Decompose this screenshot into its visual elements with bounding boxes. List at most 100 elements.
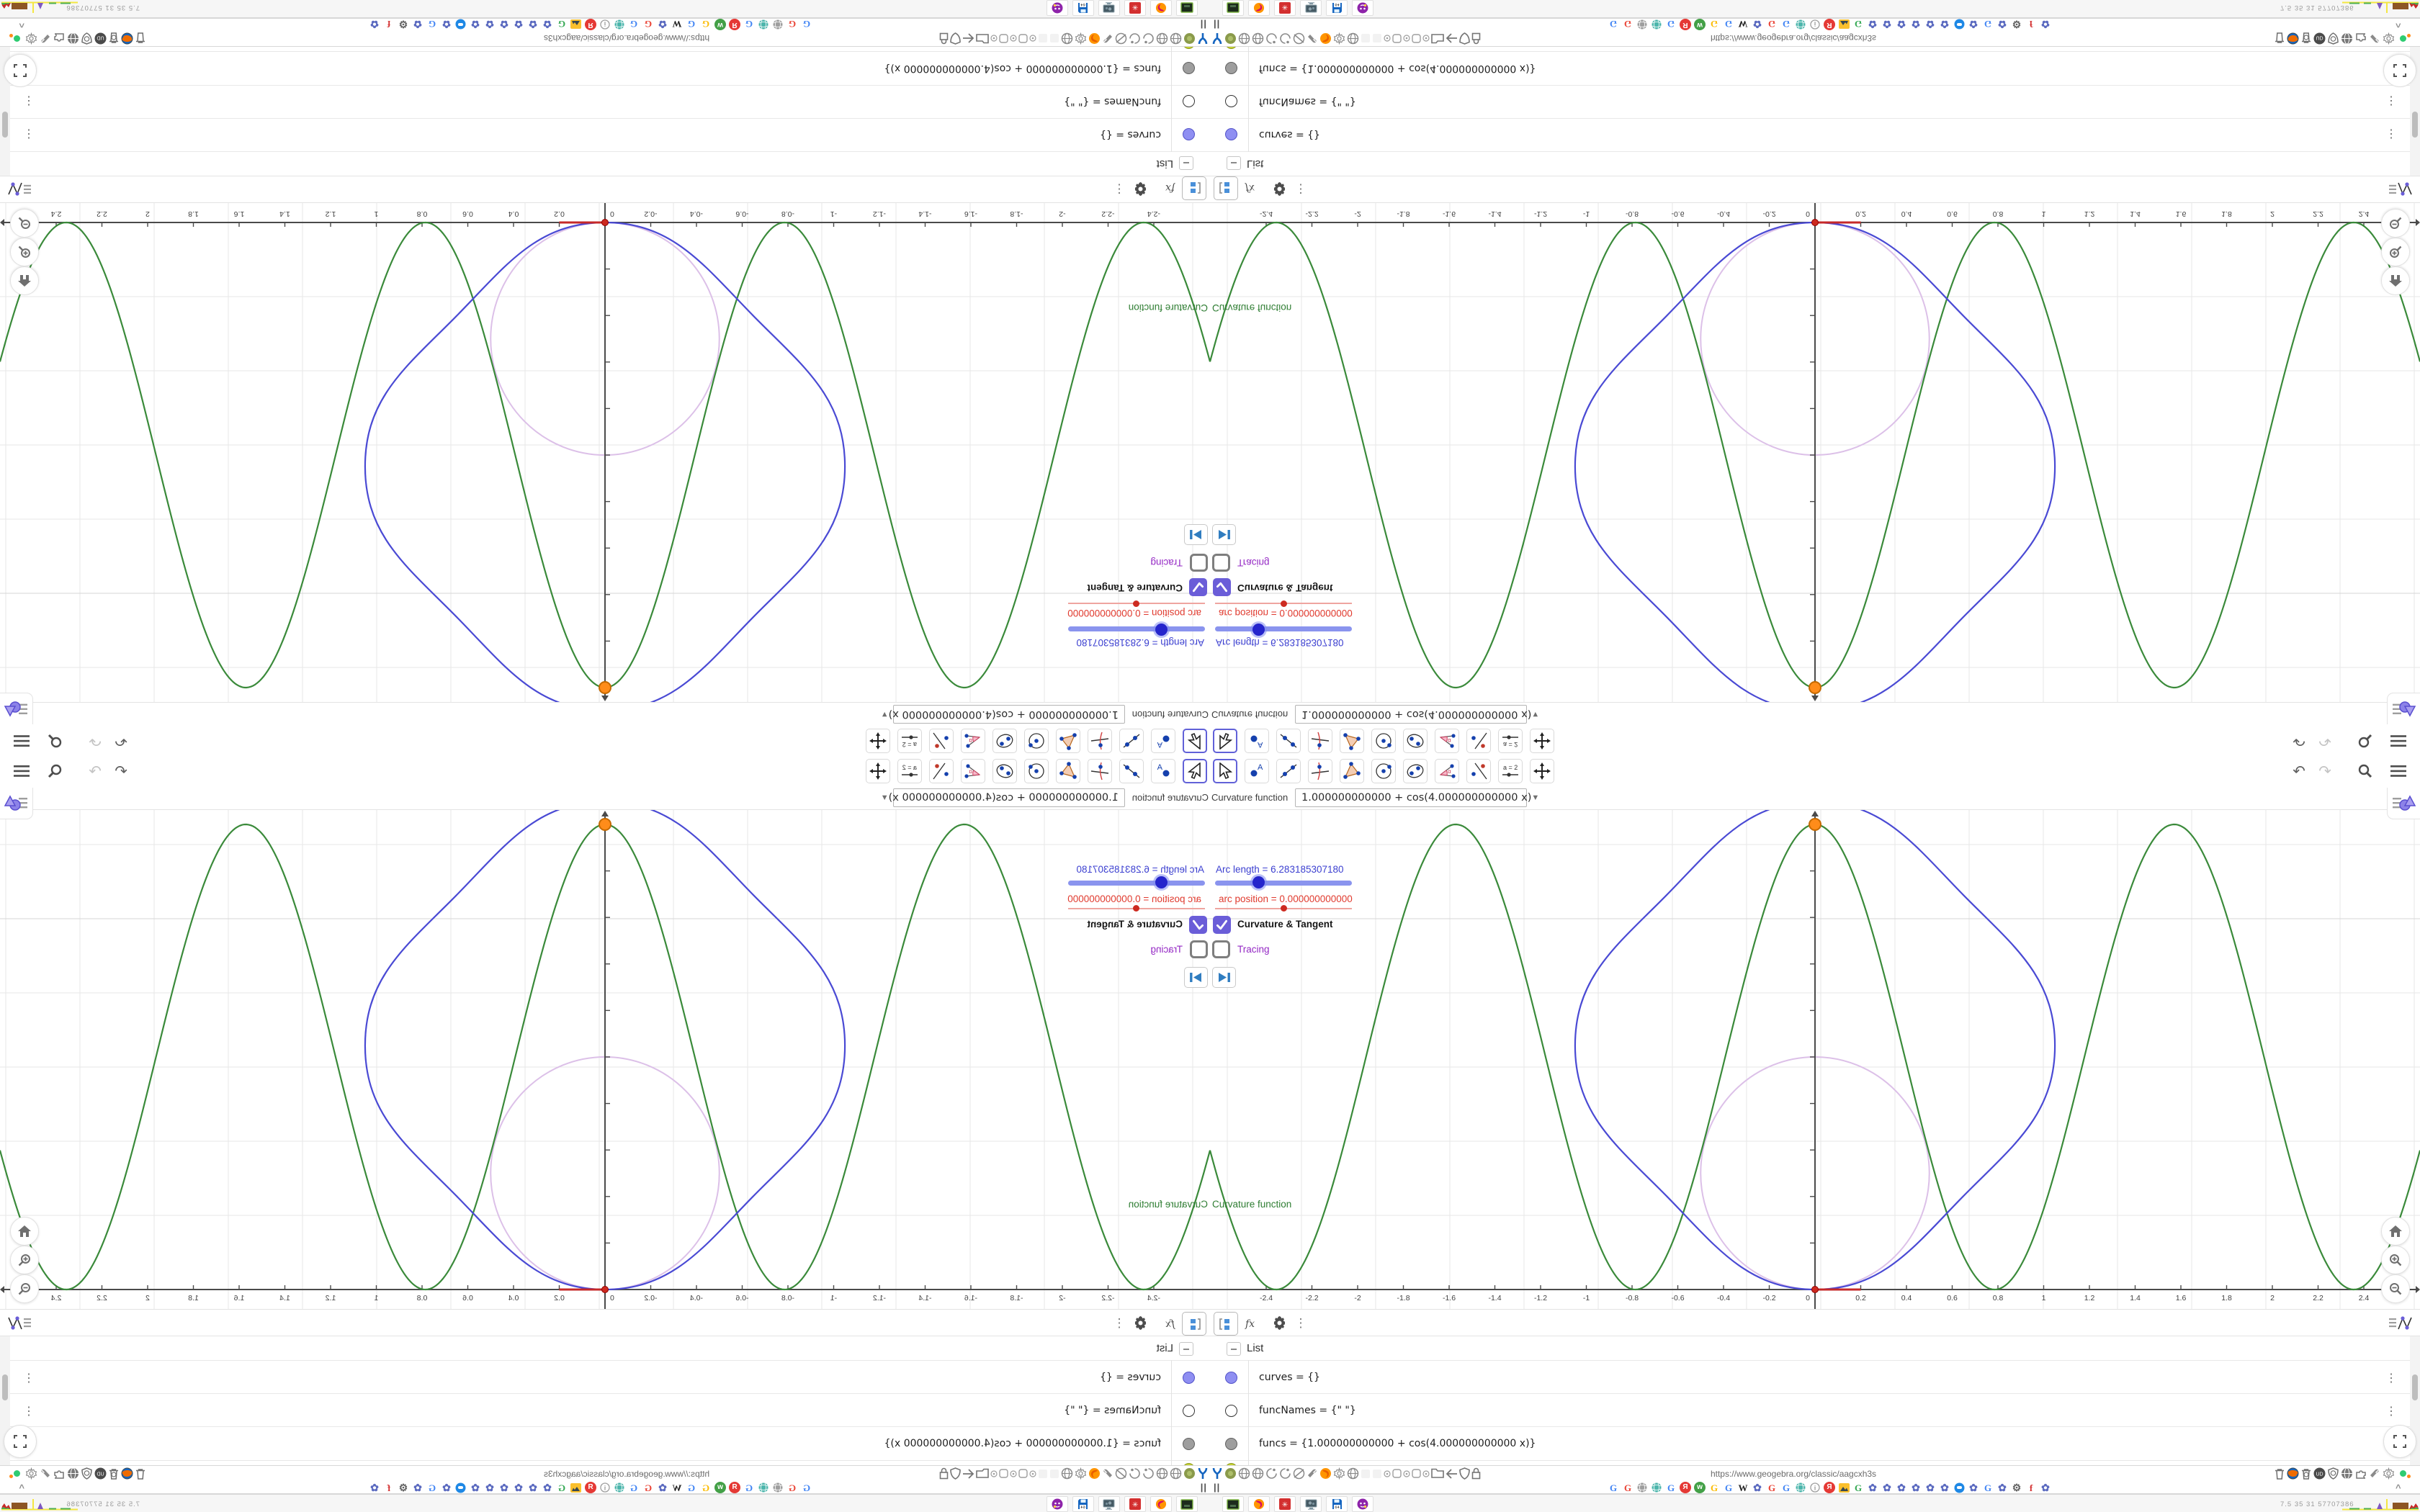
color-globe-icon[interactable]: [121, 1467, 133, 1480]
ghost-square-icon[interactable]: [1049, 34, 1059, 44]
favicon-flower[interactable]: ✿: [1896, 19, 1907, 30]
tracing-checkbox[interactable]: [1212, 940, 1230, 958]
favicon-sphere[interactable]: [614, 19, 625, 30]
favicon-letter[interactable]: G: [700, 1482, 712, 1493]
shield-icon[interactable]: [950, 32, 961, 45]
favicon-letter[interactable]: G: [1766, 1482, 1778, 1493]
favicon-letter[interactable]: G: [786, 1482, 798, 1493]
favicon-gearflower[interactable]: ⚙: [398, 1482, 409, 1493]
radio-dot-icon[interactable]: [990, 35, 998, 42]
row-menu-kebab-icon[interactable]: ⋮: [2385, 1371, 2397, 1385]
globe-icon[interactable]: [1061, 1467, 1073, 1480]
arc-position-slider-knob[interactable]: [1281, 600, 1287, 607]
favicon-info[interactable]: i: [599, 19, 611, 30]
algebra-row[interactable]: curves = {} ⋮: [1210, 1360, 2420, 1394]
tool-ellipse[interactable]: [1403, 759, 1428, 783]
gear-icon[interactable]: [1333, 1467, 1345, 1480]
fx-button[interactable]: fx: [1156, 1312, 1179, 1334]
taskbar-firefox-button[interactable]: [1248, 1496, 1270, 1512]
tool-point[interactable]: A: [1151, 729, 1175, 753]
chevron-up-icon[interactable]: ^: [19, 1482, 24, 1493]
radio-dot-icon[interactable]: [1010, 1470, 1017, 1477]
visibility-toggle-circle[interactable]: [1225, 128, 1237, 141]
dropdown-caret-icon[interactable]: ▼: [876, 793, 889, 802]
tool-slider[interactable]: a = 2: [897, 729, 922, 753]
favicon-flower[interactable]: ✿: [441, 19, 452, 30]
favicon-flower[interactable]: ✿: [1939, 19, 1950, 30]
favicon-letter[interactable]: W: [1737, 1482, 1749, 1493]
favicon-flower[interactable]: ✿: [527, 1482, 539, 1493]
firefox-icon[interactable]: [1088, 32, 1101, 45]
tool-move-cursor[interactable]: [1183, 729, 1207, 753]
globe-icon[interactable]: [1347, 1467, 1359, 1480]
favicon-letter[interactable]: G: [628, 1482, 640, 1493]
favicon-sphere[interactable]: [1636, 1482, 1648, 1493]
ghost-square-icon[interactable]: [1038, 34, 1048, 44]
tool-circle-center-point[interactable]: [1371, 759, 1396, 783]
tool-move-cursor[interactable]: [1183, 759, 1207, 783]
favicon-letter[interactable]: G: [801, 1482, 812, 1493]
taskbar-terminal-button[interactable]: [1176, 1496, 1198, 1512]
gear-icon[interactable]: [1333, 32, 1345, 45]
firefox-icon[interactable]: [1319, 1467, 1332, 1480]
tool-move-graphics-view[interactable]: [866, 729, 890, 753]
favicon-letter[interactable]: G: [1852, 1482, 1864, 1493]
favicon-sphere[interactable]: [1636, 19, 1648, 30]
back-arrow-icon[interactable]: [1446, 33, 1458, 44]
tool-slider[interactable]: a = 2: [1498, 729, 1523, 753]
taskbar-monitor-button[interactable]: [1098, 1496, 1120, 1512]
hook-circle-icon[interactable]: [1142, 32, 1155, 45]
gear-icon[interactable]: [1075, 32, 1087, 45]
algebra-row-partial[interactable]: [1210, 46, 2420, 52]
favicon-info[interactable]: i: [1809, 19, 1821, 30]
wrench-icon[interactable]: [1102, 33, 1113, 45]
zoom-in-button[interactable]: [10, 238, 39, 266]
favicon-flower[interactable]: ✿: [1996, 1482, 2008, 1493]
settings-button[interactable]: [1268, 1312, 1291, 1334]
undo-button[interactable]: ↶: [111, 762, 131, 780]
curvature-function-input[interactable]: 1.000000000000 + cos(4.000000000000 x) ▼: [1295, 705, 1539, 724]
play-button[interactable]: [1184, 524, 1208, 545]
taskbar-firefox-button[interactable]: [1248, 0, 1270, 16]
arc-length-slider[interactable]: [1068, 881, 1205, 886]
shield-check-icon[interactable]: [81, 1467, 92, 1480]
trash-badge-icon[interactable]: [2301, 1468, 2311, 1480]
favicon-flower[interactable]: ✿: [1924, 19, 1936, 30]
favicon-chat[interactable]: [1953, 1482, 1965, 1493]
tool-circle-center-point[interactable]: [1024, 759, 1049, 783]
arc-position-slider-knob[interactable]: [1133, 600, 1139, 607]
lock-icon[interactable]: [1471, 32, 1481, 45]
row-menu-kebab-icon[interactable]: ⋮: [23, 94, 35, 108]
favicon-letter[interactable]: G: [1982, 1482, 1994, 1493]
dark-globe-icon[interactable]: [2341, 32, 2353, 45]
zoom-out-button[interactable]: [2381, 209, 2410, 238]
visibility-toggle-circle[interactable]: [1225, 62, 1237, 75]
folder-icon[interactable]: [976, 33, 989, 44]
favicon-flower[interactable]: ✿: [513, 19, 524, 30]
arc-length-slider[interactable]: [1068, 626, 1205, 631]
curvature-function-input[interactable]: 1.000000000000 + cos(4.000000000000 x) ▼: [881, 788, 1125, 807]
favicon-letter[interactable]: W: [671, 19, 683, 30]
ghost-square-icon[interactable]: [1038, 1469, 1048, 1479]
favicon-flower[interactable]: ✿: [470, 19, 481, 30]
taskbar-monitor-button[interactable]: [1098, 0, 1120, 16]
favicon-photo[interactable]: [1838, 19, 1850, 30]
favicon-flower[interactable]: ✿: [1867, 19, 1878, 30]
favicon-sphere[interactable]: [772, 19, 784, 30]
zoom-out-button[interactable]: [2381, 1274, 2410, 1303]
search-button[interactable]: [2355, 732, 2375, 750]
lock-icon[interactable]: [1471, 1467, 1481, 1480]
taskbar-firefox-button[interactable]: [1150, 0, 1172, 16]
favicon-letter[interactable]: G: [556, 19, 568, 30]
zoom-out-button[interactable]: [10, 209, 39, 238]
hook-circle-icon[interactable]: [1279, 32, 1291, 45]
tool-polygon[interactable]: [1056, 729, 1080, 753]
favicon-chat[interactable]: [455, 1482, 467, 1493]
tracing-checkbox[interactable]: [1190, 554, 1208, 572]
radio-dot-icon[interactable]: [1029, 1470, 1036, 1477]
algebra-row[interactable]: funcNames = {" "} ⋮: [0, 1393, 1210, 1427]
favicon-letter[interactable]: G: [686, 1482, 697, 1493]
home-button[interactable]: [2381, 266, 2410, 295]
graphics-panel-button[interactable]: [2385, 1312, 2417, 1334]
globe-icon[interactable]: [1347, 32, 1359, 45]
